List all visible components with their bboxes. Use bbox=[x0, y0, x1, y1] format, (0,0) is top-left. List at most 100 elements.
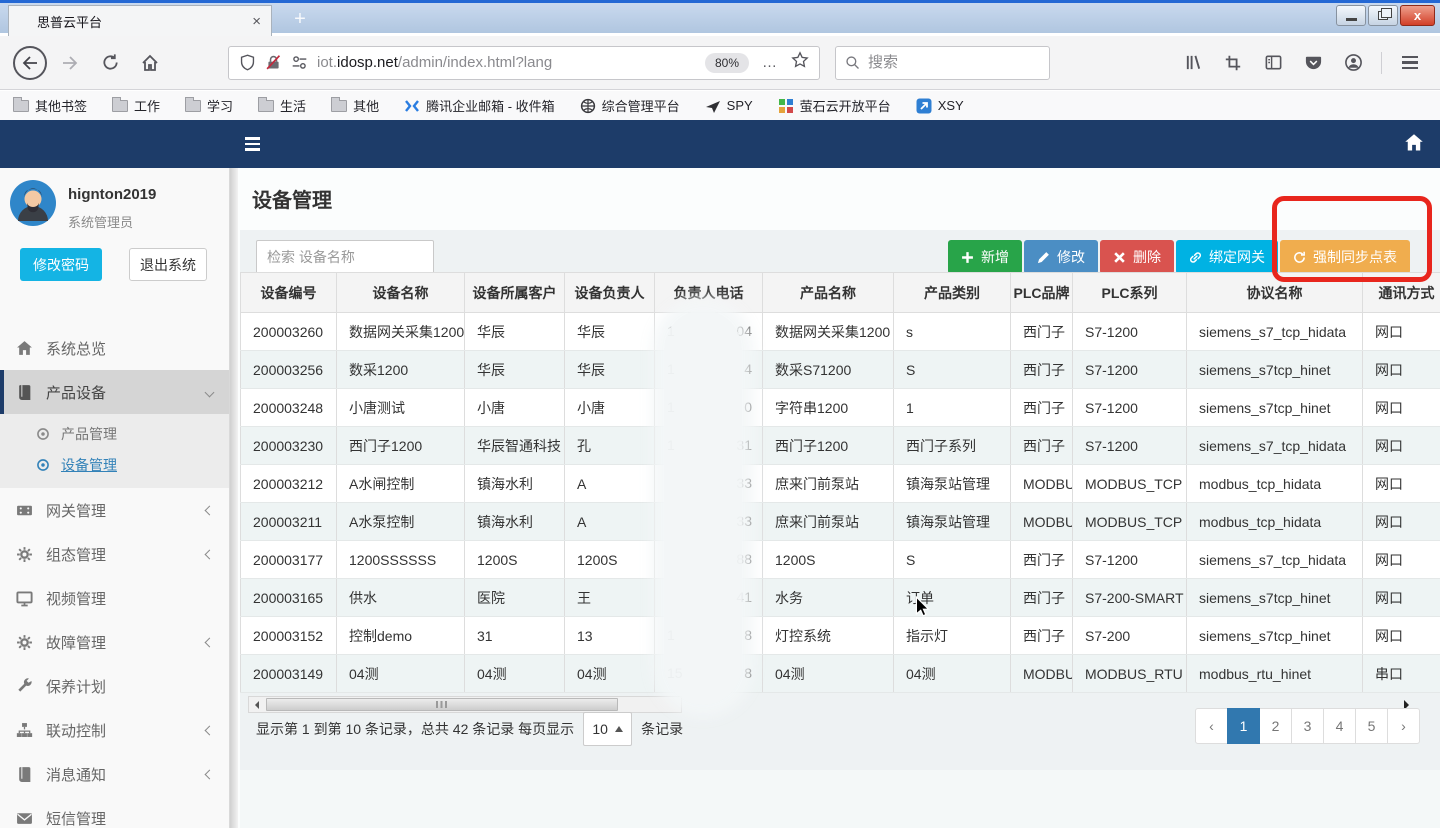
restore-button[interactable] bbox=[1368, 5, 1398, 26]
sidebar-item-device-mgmt[interactable]: 设备管理 bbox=[0, 449, 229, 480]
pager-page-1[interactable]: 1 bbox=[1227, 708, 1260, 744]
column-header[interactable]: 设备负责人 bbox=[565, 273, 655, 313]
sidebar-item-maintenance[interactable]: 保养计划 bbox=[0, 664, 229, 708]
table-row[interactable]: 20000314904测04测04测15804测04测MODBUSMODBUS_… bbox=[241, 655, 1440, 693]
new-tab-button[interactable]: + bbox=[288, 8, 312, 32]
table-toolbar: 新增修改 删除 绑定网关强制同步点表 bbox=[948, 240, 1410, 274]
pager-page-4[interactable]: 4 bbox=[1323, 708, 1356, 744]
pocket-icon[interactable] bbox=[1296, 46, 1330, 80]
home-button[interactable] bbox=[133, 46, 167, 80]
column-header[interactable]: 产品名称 bbox=[763, 273, 894, 313]
bookmark-folder[interactable]: 学习 bbox=[185, 96, 233, 115]
sidebar-item-sms[interactable]: 短信管理 bbox=[0, 796, 229, 828]
column-header[interactable]: 产品类别 bbox=[894, 273, 1011, 313]
table-cell: 网口 bbox=[1363, 541, 1440, 579]
sidebars-icon[interactable] bbox=[1256, 46, 1290, 80]
button-label: 绑定网关 bbox=[1209, 247, 1265, 267]
table-row[interactable]: 200003212A水闸控制镇海水利A33庶来门前泵站镇海泵站管理MODBUSM… bbox=[241, 465, 1440, 503]
table-row[interactable]: 200003230西门子1200华辰智通科技孔131西门子1200西门子系列西门… bbox=[241, 427, 1440, 465]
per-page-select[interactable]: 10 bbox=[583, 712, 632, 746]
reload-button[interactable] bbox=[93, 46, 127, 80]
sidebar-item-notice[interactable]: 消息通知 bbox=[0, 752, 229, 796]
button-label: 删除 bbox=[1133, 247, 1161, 267]
menu-button[interactable] bbox=[1393, 46, 1427, 80]
column-header[interactable]: 负责人电话 bbox=[655, 273, 763, 313]
table-row[interactable]: 200003211A水泵控制镇海水利A33庶来门前泵站镇海泵站管理MODBUSM… bbox=[241, 503, 1440, 541]
account-icon[interactable] bbox=[1336, 46, 1370, 80]
bookmark-link[interactable]: 萤石云开放平台 bbox=[778, 96, 891, 115]
bookmark-folder[interactable]: 工作 bbox=[112, 96, 160, 115]
permissions-icon bbox=[291, 54, 308, 71]
bookmark-link[interactable]: 腾讯企业邮箱 - 收件箱 bbox=[404, 96, 555, 115]
horizontal-scrollbar[interactable] bbox=[248, 696, 682, 713]
table-cell: 网口 bbox=[1363, 579, 1440, 617]
pager-page-3[interactable]: 3 bbox=[1291, 708, 1324, 744]
browser-search-input[interactable] bbox=[868, 54, 1018, 71]
table-row[interactable]: 200003256数采1200华辰华辰14数采S71200S西门子S7-1200… bbox=[241, 351, 1440, 389]
column-header[interactable]: 设备所属客户 bbox=[465, 273, 565, 313]
device-search-input[interactable] bbox=[256, 240, 434, 274]
column-header[interactable]: PLC品牌 bbox=[1011, 273, 1073, 313]
sidebar-item-fault[interactable]: 故障管理 bbox=[0, 620, 229, 664]
sidebar-item-overview[interactable]: 系统总览 bbox=[0, 326, 229, 370]
bookmark-link[interactable]: SPY bbox=[705, 98, 753, 114]
scrollbar-thumb[interactable] bbox=[266, 698, 618, 711]
table-row[interactable]: 200003152控制demo311318灯控系统指示灯西门子S7-200sie… bbox=[241, 617, 1440, 655]
column-header[interactable]: 通讯方式 bbox=[1363, 273, 1440, 313]
page-actions-icon[interactable]: … bbox=[762, 54, 778, 71]
back-button[interactable] bbox=[13, 46, 47, 80]
table-cell: 西门子系列 bbox=[894, 427, 1011, 465]
sidebar-item-product-mgmt[interactable]: 产品管理 bbox=[0, 418, 229, 449]
zoom-level-badge[interactable]: 80% bbox=[705, 53, 749, 73]
browser-tab[interactable]: 思普云平台 × bbox=[8, 5, 272, 36]
column-header[interactable]: 协议名称 bbox=[1187, 273, 1363, 313]
table-row[interactable]: 2000031771200SSSSSS1200S1200S881200SS西门子… bbox=[241, 541, 1440, 579]
content-divider bbox=[230, 168, 238, 828]
pager-page-5[interactable]: 5 bbox=[1355, 708, 1388, 744]
table-row[interactable]: 200003260数据网关采集1200华辰华辰104数据网关采集1200s西门子… bbox=[241, 313, 1440, 351]
sidebar-item-config[interactable]: 组态管理 bbox=[0, 532, 229, 576]
sidebar-item-gateway[interactable]: 网关管理 bbox=[0, 488, 229, 532]
column-header[interactable]: PLC系列 bbox=[1073, 273, 1187, 313]
table-cell: 小唐测试 bbox=[337, 389, 465, 427]
table-cell: 31 bbox=[465, 617, 565, 655]
logout-button[interactable]: 退出系统 bbox=[129, 248, 207, 281]
table-cell: 小唐 bbox=[465, 389, 565, 427]
pager-prev[interactable]: ‹ bbox=[1195, 708, 1228, 744]
bind-gateway-button[interactable]: 绑定网关 bbox=[1176, 240, 1278, 274]
table-row[interactable]: 200003248小唐测试小唐小唐10字符串12001西门子S7-1200sie… bbox=[241, 389, 1440, 427]
tab-close-icon[interactable]: × bbox=[252, 14, 261, 29]
table-cell: S7-1200 bbox=[1073, 389, 1187, 427]
column-header[interactable]: 设备编号 bbox=[241, 273, 337, 313]
sidebar-toggle-button[interactable] bbox=[245, 137, 260, 151]
change-password-button[interactable]: 修改密码 bbox=[20, 248, 102, 281]
pager-page-2[interactable]: 2 bbox=[1259, 708, 1292, 744]
force-sync-button[interactable]: 强制同步点表 bbox=[1280, 240, 1410, 274]
library-icon[interactable] bbox=[1176, 46, 1210, 80]
screenshot-icon[interactable] bbox=[1216, 46, 1250, 80]
sidebar-item-video[interactable]: 视频管理 bbox=[0, 576, 229, 620]
add-button[interactable]: 新增 bbox=[948, 240, 1022, 274]
browser-search-box[interactable] bbox=[835, 46, 1050, 80]
bookmark-folder[interactable]: 其他 bbox=[331, 96, 379, 115]
bookmark-link[interactable]: 综合管理平台 bbox=[580, 96, 680, 115]
minimize-button[interactable] bbox=[1336, 5, 1366, 26]
scroll-left-arrow[interactable] bbox=[249, 697, 263, 712]
column-header[interactable]: 设备名称 bbox=[337, 273, 465, 313]
forward-button[interactable] bbox=[53, 46, 87, 80]
bookmark-star-icon[interactable] bbox=[791, 51, 809, 74]
app-home-button[interactable] bbox=[1404, 133, 1424, 158]
url-bar[interactable]: iot.idosp.net/admin/index.html?lang 80% … bbox=[228, 46, 820, 80]
bookmark-link[interactable]: XSY bbox=[916, 98, 964, 114]
delete-button[interactable]: 删除 bbox=[1100, 240, 1174, 274]
toolbar-right-icons bbox=[1173, 46, 1430, 80]
close-button[interactable]: x bbox=[1400, 5, 1435, 26]
edit-button[interactable]: 修改 bbox=[1024, 240, 1098, 274]
sidebar-item-linkage[interactable]: 联动控制 bbox=[0, 708, 229, 752]
bookmark-folder[interactable]: 其他书签 bbox=[13, 96, 87, 115]
pager-next[interactable]: › bbox=[1387, 708, 1420, 744]
bookmark-folder[interactable]: 生活 bbox=[258, 96, 306, 115]
grid-logo-icon bbox=[778, 98, 794, 114]
sidebar-item-products[interactable]: 产品设备 bbox=[0, 370, 229, 414]
table-row[interactable]: 200003165供水医院王41水务订单西门子S7-200-SMARTsieme… bbox=[241, 579, 1440, 617]
